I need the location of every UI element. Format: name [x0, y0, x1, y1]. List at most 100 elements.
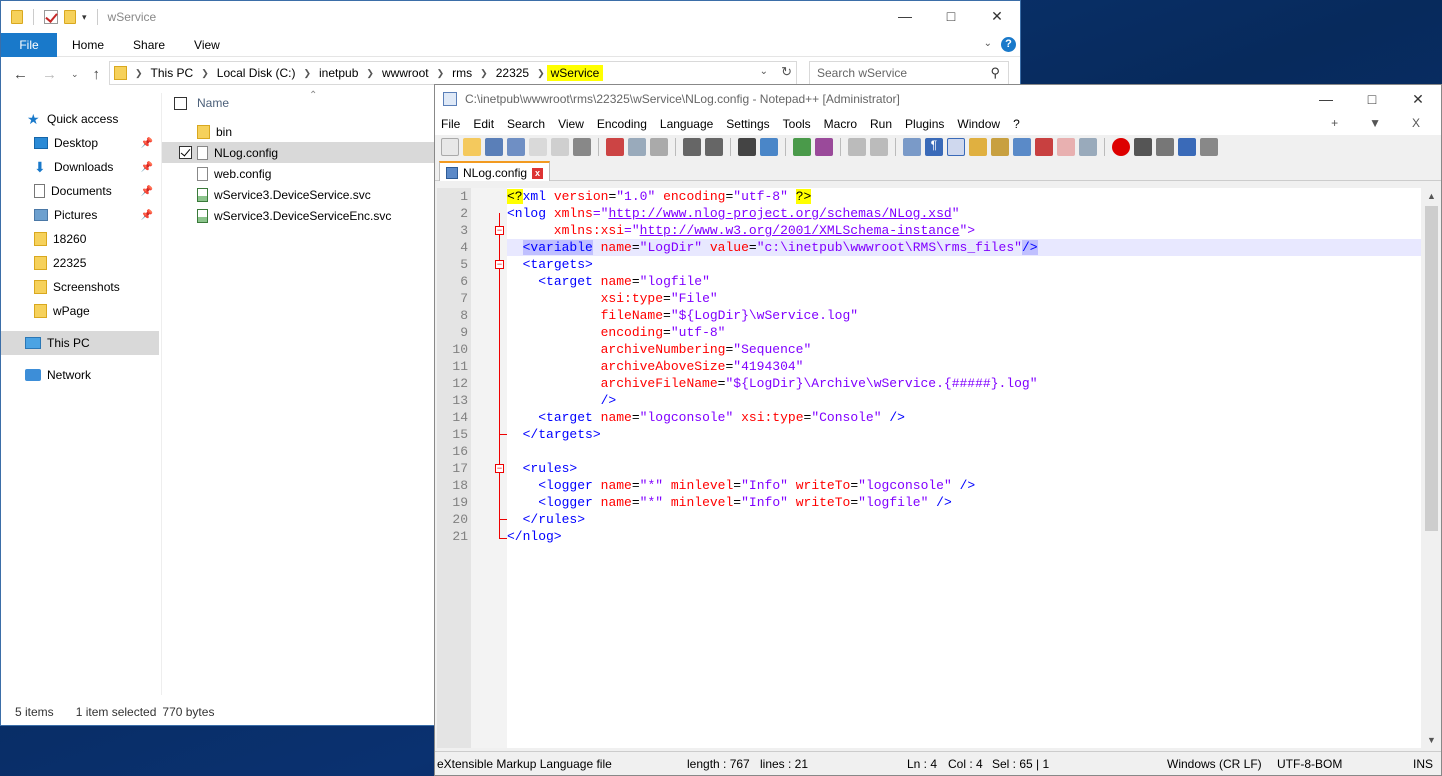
maximize-button[interactable]: □ — [1349, 85, 1395, 113]
word-wrap-icon[interactable] — [903, 138, 921, 156]
tab-view[interactable]: View — [194, 38, 220, 52]
forward-arrow-icon[interactable]: → — [42, 66, 57, 83]
fold-toggle-icon[interactable]: − — [495, 226, 504, 235]
list-item[interactable]: NLog.config — [162, 142, 434, 163]
menu-language[interactable]: Language — [660, 117, 713, 131]
sync-vertical-icon[interactable] — [848, 138, 866, 156]
zoom-in-icon[interactable] — [793, 138, 811, 156]
help-icon[interactable]: ? — [1001, 37, 1016, 52]
list-item[interactable]: bin — [162, 121, 434, 142]
nav-downloads[interactable]: ⬇ Downloads 📌 — [1, 155, 159, 179]
menu-search[interactable]: Search — [507, 117, 545, 131]
save-icon[interactable] — [485, 138, 503, 156]
new-folder-icon[interactable] — [64, 10, 76, 24]
address-bar[interactable]: ❯ This PC ❯ Local Disk (C:) ❯ inetpub ❯ … — [109, 61, 797, 85]
search-input[interactable]: Search wService ⚲ — [809, 61, 1009, 85]
code-editor[interactable]: 1 2 3 4 5 6 7 8 9 10 11 12 13 14 15 16 1… — [437, 188, 1421, 748]
breadcrumb-local-disk[interactable]: Local Disk (C:) — [217, 66, 296, 80]
save-all-icon[interactable] — [507, 138, 525, 156]
run-macro-multiple-icon[interactable] — [1178, 138, 1196, 156]
close-all-icon[interactable] — [551, 138, 569, 156]
back-arrow-icon[interactable]: ← — [13, 66, 28, 83]
close-tab-icon[interactable]: x — [532, 167, 544, 179]
print-icon[interactable] — [573, 138, 591, 156]
menu-run[interactable]: Run — [870, 117, 892, 131]
fold-toggle-icon[interactable]: − — [495, 260, 504, 269]
vertical-scrollbar[interactable]: ▲ ▼ — [1423, 188, 1440, 748]
menu-encoding[interactable]: Encoding — [597, 117, 647, 131]
menu-macro[interactable]: Macro — [824, 117, 857, 131]
play-macro-icon[interactable] — [1156, 138, 1174, 156]
new-tab-plus-icon[interactable]: + — [1331, 116, 1338, 130]
zoom-out-icon[interactable] — [815, 138, 833, 156]
list-item[interactable]: wService3.DeviceServiceEnc.svc — [162, 205, 434, 226]
close-file-icon[interactable] — [529, 138, 547, 156]
nav-network[interactable]: Network — [1, 363, 159, 387]
tab-share[interactable]: Share — [133, 38, 165, 52]
scroll-up-icon[interactable]: ▲ — [1427, 191, 1436, 201]
replace-icon[interactable] — [760, 138, 778, 156]
tab-file[interactable]: File — [1, 32, 57, 57]
menu-settings[interactable]: Settings — [726, 117, 769, 131]
undo-icon[interactable] — [683, 138, 701, 156]
properties-icon[interactable] — [44, 10, 58, 24]
redo-icon[interactable] — [705, 138, 723, 156]
cut-icon[interactable] — [606, 138, 624, 156]
breadcrumb-wwwroot[interactable]: wwwroot — [382, 66, 429, 80]
document-map-icon[interactable] — [991, 138, 1009, 156]
fold-margin[interactable]: − − − — [471, 188, 507, 748]
udl-icon[interactable] — [969, 138, 987, 156]
refresh-icon[interactable]: ↻ — [781, 64, 792, 80]
list-item[interactable]: web.config — [162, 163, 434, 184]
tab-nlog-config[interactable]: NLog.config x — [439, 161, 551, 181]
menu-file[interactable]: File — [441, 117, 460, 131]
breadcrumb-wservice[interactable]: wService — [546, 65, 604, 81]
address-dropdown-chevron-icon[interactable]: ⌄ — [760, 66, 768, 77]
sync-horizontal-icon[interactable] — [870, 138, 888, 156]
tab-list-down-icon[interactable]: ▼ — [1369, 116, 1381, 130]
show-all-characters-icon[interactable]: ¶ — [925, 138, 943, 156]
up-arrow-icon[interactable]: ↑ — [93, 66, 101, 83]
breadcrumb-rms[interactable]: rms — [452, 66, 472, 80]
select-all-checkbox[interactable] — [174, 96, 187, 110]
scrollbar-thumb[interactable] — [1425, 206, 1438, 531]
save-macro-icon[interactable] — [1200, 138, 1218, 156]
menu-tools[interactable]: Tools — [783, 117, 811, 131]
column-header-name[interactable]: Name ⌃ — [162, 90, 434, 113]
breadcrumb-22325[interactable]: 22325 — [496, 66, 529, 80]
close-button[interactable]: ✕ — [974, 1, 1020, 31]
nav-this-pc[interactable]: This PC — [1, 331, 159, 355]
nav-folder-wpage[interactable]: wPage — [1, 299, 159, 323]
list-item[interactable]: wService3.DeviceService.svc — [162, 184, 434, 205]
stop-macro-icon[interactable] — [1134, 138, 1152, 156]
menu-help[interactable]: ? — [1013, 117, 1020, 131]
customize-toolbar-chevron-icon[interactable]: ▾ — [82, 12, 87, 23]
paste-icon[interactable] — [650, 138, 668, 156]
nav-folder-22325[interactable]: 22325 — [1, 251, 159, 275]
close-button[interactable]: ✕ — [1395, 85, 1441, 113]
menu-plugins[interactable]: Plugins — [905, 117, 944, 131]
copy-icon[interactable] — [628, 138, 646, 156]
minimize-button[interactable]: — — [882, 1, 928, 31]
new-file-icon[interactable] — [441, 138, 459, 156]
close-document-icon[interactable]: X — [1412, 116, 1420, 130]
folder-workspace-icon[interactable] — [1057, 138, 1075, 156]
minimize-button[interactable]: — — [1303, 85, 1349, 113]
find-icon[interactable] — [738, 138, 756, 156]
recent-locations-chevron-icon[interactable]: ⌄ — [71, 69, 79, 80]
document-list-icon[interactable] — [1013, 138, 1031, 156]
tab-home[interactable]: Home — [72, 38, 104, 52]
expand-ribbon-chevron-icon[interactable]: ⌄ — [984, 38, 992, 49]
indent-guide-icon[interactable] — [947, 138, 965, 156]
breadcrumb-this-pc[interactable]: This PC — [151, 66, 194, 80]
nav-folder-screenshots[interactable]: Screenshots — [1, 275, 159, 299]
open-file-icon[interactable] — [463, 138, 481, 156]
nav-quick-access[interactable]: ★ Quick access — [1, 107, 159, 131]
scroll-down-icon[interactable]: ▼ — [1427, 735, 1436, 745]
menu-edit[interactable]: Edit — [473, 117, 494, 131]
breadcrumb-inetpub[interactable]: inetpub — [319, 66, 358, 80]
function-list-icon[interactable] — [1035, 138, 1053, 156]
code-text[interactable]: <?xml version="1.0" encoding="utf-8" ?> … — [507, 188, 1421, 748]
nav-folder-18260[interactable]: 18260 — [1, 227, 159, 251]
menu-window[interactable]: Window — [957, 117, 1000, 131]
